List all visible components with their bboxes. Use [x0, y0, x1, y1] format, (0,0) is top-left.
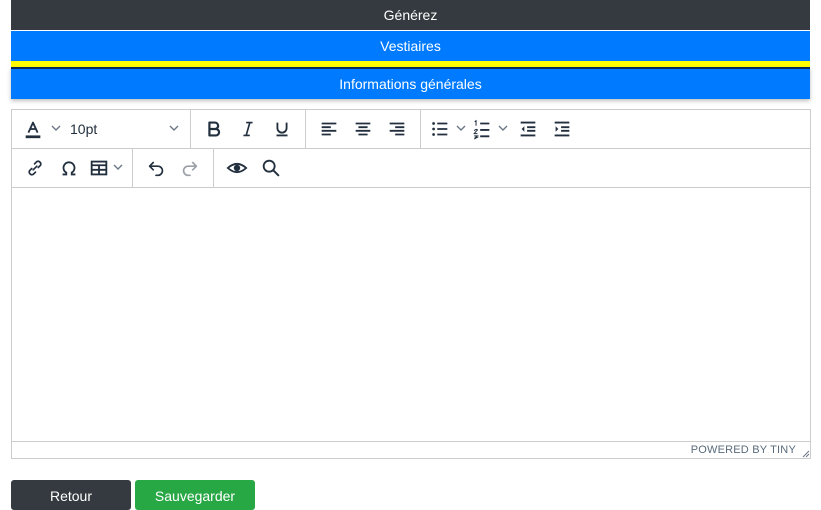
general-info-tab-label: Informations générales — [339, 76, 482, 92]
chevron-down-icon[interactable] — [497, 121, 509, 137]
link-icon — [28, 160, 42, 176]
special-character-button[interactable] — [54, 153, 84, 183]
text-color-button[interactable] — [22, 114, 62, 144]
lockers-tab-label: Vestiaires — [380, 38, 441, 54]
chevron-down-icon[interactable] — [112, 160, 124, 176]
editor-statusbar: POWERED BY TINY — [12, 441, 810, 458]
bullet-list-icon — [432, 122, 448, 136]
align-left-button[interactable] — [314, 114, 344, 144]
generate-tab-label: Générez — [383, 7, 438, 23]
search-icon — [262, 159, 280, 177]
lockers-tab[interactable]: Vestiaires — [11, 31, 810, 61]
align-right-button[interactable] — [382, 114, 412, 144]
save-button-label: Sauvegarder — [154, 488, 236, 504]
underline-button[interactable] — [267, 114, 297, 144]
bullet-list-button[interactable] — [429, 114, 467, 144]
toolbar-group-align — [306, 110, 421, 148]
align-center-icon — [355, 122, 371, 136]
font-size-select[interactable]: 10pt — [64, 114, 184, 144]
bold-icon — [208, 121, 221, 137]
numbered-list-icon — [473, 119, 490, 140]
table-button[interactable] — [88, 153, 124, 183]
eye-icon — [226, 162, 248, 174]
editor-content-area[interactable] — [12, 188, 810, 441]
toolbar-group-history — [133, 149, 214, 187]
toolbar-group-format — [191, 110, 306, 148]
indent-icon — [554, 121, 570, 137]
generate-tab[interactable]: Générez — [11, 0, 810, 30]
bold-button[interactable] — [199, 114, 229, 144]
chevron-down-icon[interactable] — [50, 121, 62, 137]
underline-icon — [276, 122, 288, 137]
toolbar-group-view — [214, 149, 294, 187]
rich-text-editor: 10pt POWERED BY TINY — [11, 109, 811, 459]
indent-button[interactable] — [547, 114, 577, 144]
align-left-icon — [321, 122, 337, 136]
omega-icon — [62, 161, 76, 176]
align-center-button[interactable] — [348, 114, 378, 144]
outdent-button[interactable] — [513, 114, 543, 144]
font-size-value: 10pt — [70, 121, 98, 137]
italic-icon — [243, 121, 253, 137]
powered-by-tiny-link[interactable]: POWERED BY TINY — [691, 444, 796, 456]
italic-button[interactable] — [233, 114, 263, 144]
preview-button[interactable] — [222, 153, 252, 183]
toolbar-row-1: 10pt — [12, 110, 810, 149]
undo-icon — [148, 161, 164, 177]
insert-link-button[interactable] — [20, 153, 50, 183]
numbered-list-button[interactable] — [471, 114, 509, 144]
chevron-down-icon[interactable] — [455, 121, 467, 137]
text-color-icon — [25, 121, 41, 139]
align-right-icon — [389, 122, 405, 136]
back-button[interactable]: Retour — [11, 480, 131, 510]
general-info-tab[interactable]: Informations générales — [11, 67, 810, 99]
outdent-icon — [520, 121, 536, 137]
redo-icon — [182, 161, 198, 177]
toolbar-group-insert — [12, 149, 133, 187]
search-replace-button[interactable] — [256, 153, 286, 183]
toolbar-group-font: 10pt — [12, 110, 191, 148]
toolbar-group-lists — [421, 110, 585, 148]
chevron-down-icon — [168, 121, 180, 137]
toolbar-row-2 — [12, 149, 810, 188]
redo-button[interactable] — [175, 153, 205, 183]
save-button[interactable]: Sauvegarder — [135, 480, 255, 510]
undo-button[interactable] — [141, 153, 171, 183]
back-button-label: Retour — [49, 488, 93, 504]
resize-handle-icon[interactable] — [800, 448, 810, 458]
table-icon — [90, 160, 108, 176]
